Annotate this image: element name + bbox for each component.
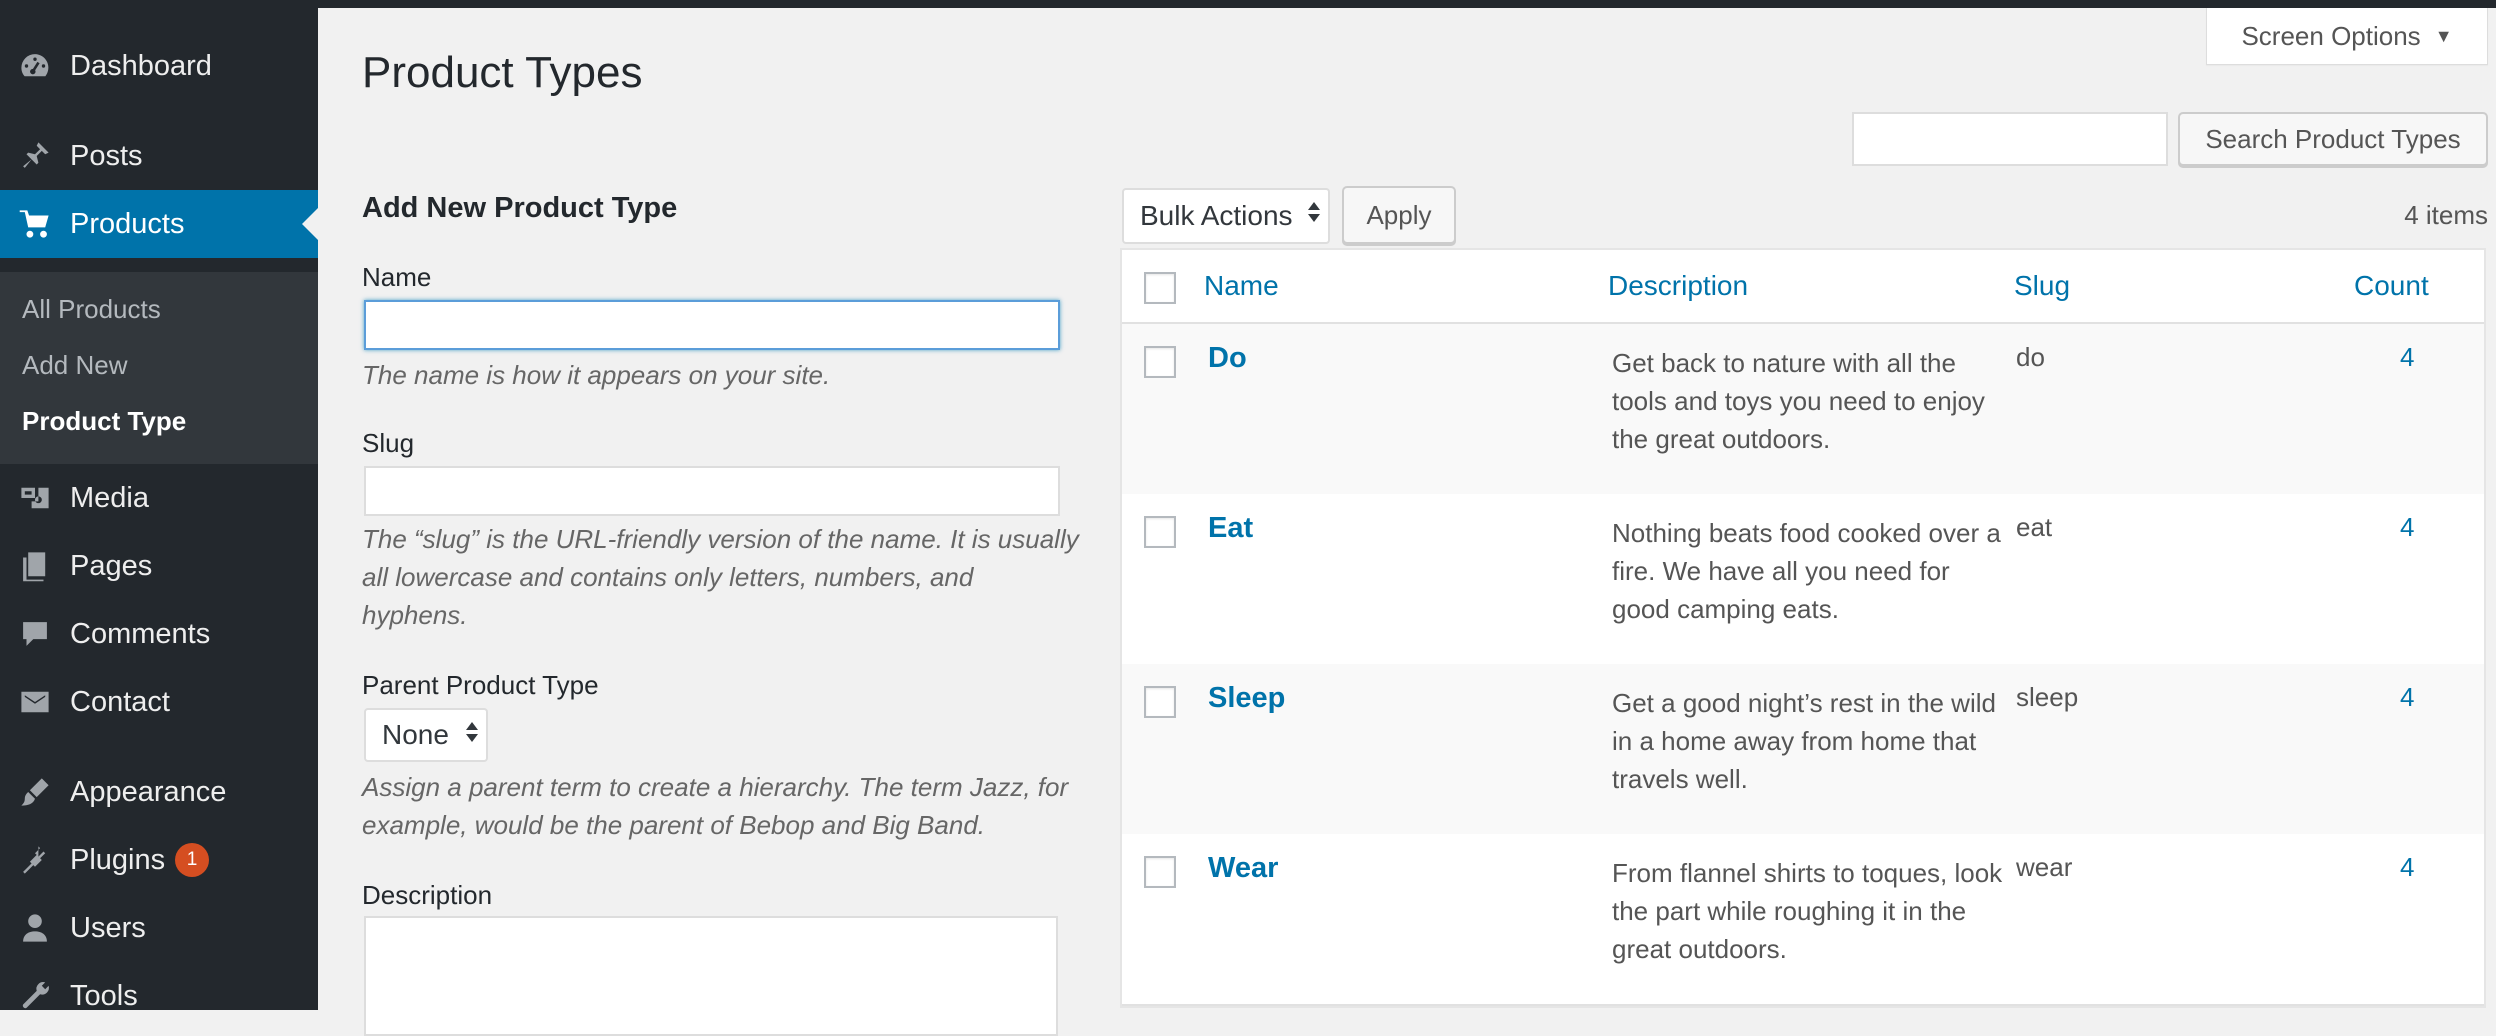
term-name-link[interactable]: Do — [1208, 342, 1247, 375]
term-name-link[interactable]: Wear — [1208, 852, 1278, 885]
brush-icon — [18, 775, 52, 809]
sidebar-item-users[interactable]: Users — [0, 894, 318, 962]
cart-icon — [18, 207, 52, 241]
term-name-link[interactable]: Sleep — [1208, 682, 1285, 715]
bulk-actions-select[interactable]: Bulk Actions — [1122, 188, 1330, 244]
screen-options-button[interactable]: Screen Options ▼ — [2206, 8, 2488, 65]
slug-label: Slug — [362, 428, 415, 458]
sidebar-item-label: Posts — [70, 139, 143, 172]
name-field[interactable] — [364, 300, 1060, 350]
table-row: Eat Nothing beats food cooked over a fir… — [1122, 494, 2484, 664]
term-count-link[interactable]: 4 — [2400, 852, 2414, 883]
column-name[interactable]: Name — [1204, 270, 1279, 302]
dashboard-icon — [18, 49, 52, 83]
sidebar-item-label: Comments — [70, 617, 211, 650]
name-label: Name — [362, 262, 432, 292]
row-checkbox[interactable] — [1144, 346, 1176, 378]
mail-icon — [18, 685, 52, 719]
plugin-update-badge: 1 — [175, 843, 209, 877]
term-description: Nothing beats food cooked over a fire. W… — [1612, 518, 2001, 624]
sidebar-item-dashboard[interactable]: Dashboard — [0, 32, 318, 100]
comment-icon — [18, 617, 52, 651]
select-arrows-icon — [1308, 202, 1320, 222]
products-submenu: All Products Add New Product Type — [0, 272, 318, 464]
parent-select-value: None — [382, 719, 449, 750]
sidebar-item-label: Tools — [70, 979, 138, 1012]
description-label: Description — [362, 880, 493, 910]
search-product-types-button[interactable]: Search Product Types — [2178, 112, 2488, 166]
term-count-link[interactable]: 4 — [2400, 512, 2414, 543]
sidebar-item-label: Appearance — [70, 775, 227, 808]
row-checkbox[interactable] — [1144, 856, 1176, 888]
sidebar-item-pages[interactable]: Pages — [0, 532, 318, 600]
parent-label: Parent Product Type — [362, 670, 599, 700]
parent-help: Assign a parent term to create a hierarc… — [362, 772, 1069, 840]
select-all-checkbox[interactable] — [1144, 272, 1176, 304]
table-row: Do Get back to nature with all the tools… — [1122, 324, 2484, 494]
sidebar-item-label: Pages — [70, 549, 153, 582]
pages-icon — [18, 549, 52, 583]
term-slug: eat — [2016, 512, 2053, 542]
sidebar-item-label: Media — [70, 481, 149, 514]
term-description: Get back to nature with all the tools an… — [1612, 348, 1985, 454]
sidebar-item-label: Plugins — [70, 843, 166, 876]
description-textarea[interactable] — [364, 916, 1058, 1036]
submenu-product-type[interactable]: Product Type — [22, 406, 186, 437]
admin-top-bar — [0, 0, 2496, 8]
sidebar-item-media[interactable]: Media — [0, 464, 318, 532]
sidebar-item-posts[interactable]: Posts — [0, 122, 318, 190]
sidebar-item-label: Products — [70, 207, 185, 240]
product-types-table: Name Description Slug Count Do Get back … — [1120, 248, 2486, 1008]
page-title: Product Types — [362, 48, 643, 97]
media-icon — [18, 481, 52, 515]
row-checkbox[interactable] — [1144, 516, 1176, 548]
table-divider — [1122, 1004, 2484, 1006]
sidebar-item-appearance[interactable]: Appearance — [0, 758, 318, 826]
plugin-icon — [18, 843, 52, 877]
user-icon — [18, 911, 52, 945]
column-description[interactable]: Description — [1608, 270, 1748, 302]
column-slug[interactable]: Slug — [2014, 270, 2070, 302]
admin-sidebar: Dashboard Posts Products All Products Ad… — [0, 8, 318, 1012]
sidebar-item-contact[interactable]: Contact — [0, 668, 318, 736]
sidebar-item-tools[interactable]: Tools — [0, 962, 318, 1030]
submenu-add-new[interactable]: Add New — [22, 350, 128, 381]
parent-select[interactable]: None — [364, 708, 488, 762]
sidebar-item-label: Users — [70, 911, 146, 944]
search-input[interactable] — [1852, 112, 2168, 166]
term-description: Get a good night’s rest in the wild in a… — [1612, 688, 1996, 794]
term-count-link[interactable]: 4 — [2400, 342, 2414, 373]
submenu-all-products[interactable]: All Products — [22, 294, 161, 325]
term-slug: sleep — [2016, 682, 2079, 712]
table-header: Name Description Slug Count — [1122, 250, 2484, 324]
sidebar-item-plugins[interactable]: Plugins 1 — [0, 826, 318, 894]
sidebar-item-label: Contact — [70, 685, 170, 718]
table-row: Sleep Get a good night’s rest in the wil… — [1122, 664, 2484, 834]
term-description: From flannel shirts to toques, look the … — [1612, 858, 2003, 964]
row-checkbox[interactable] — [1144, 686, 1176, 718]
term-count-link[interactable]: 4 — [2400, 682, 2414, 713]
table-row: Wear From flannel shirts to toques, look… — [1122, 834, 2484, 1004]
add-form-heading: Add New Product Type — [362, 192, 678, 224]
slug-help: The “slug” is the URL-friendly version o… — [362, 524, 1079, 630]
sidebar-item-products[interactable]: Products — [0, 190, 318, 258]
sidebar-item-label: Dashboard — [70, 49, 212, 82]
wrench-icon — [18, 979, 52, 1013]
bulk-actions-value: Bulk Actions — [1140, 200, 1293, 231]
column-count[interactable]: Count — [2354, 270, 2429, 302]
screen-options-label: Screen Options — [2241, 20, 2421, 51]
term-slug: do — [2016, 342, 2045, 372]
pin-icon — [18, 139, 52, 173]
term-name-link[interactable]: Eat — [1208, 512, 1253, 545]
term-slug: wear — [2016, 852, 2073, 882]
caret-down-icon: ▼ — [2434, 25, 2453, 46]
items-count: 4 items — [2404, 200, 2488, 230]
slug-field[interactable] — [364, 466, 1060, 516]
sidebar-item-comments[interactable]: Comments — [0, 600, 318, 668]
apply-button[interactable]: Apply — [1342, 186, 1456, 244]
select-arrows-icon — [466, 722, 478, 742]
name-help: The name is how it appears on your site. — [362, 360, 831, 390]
